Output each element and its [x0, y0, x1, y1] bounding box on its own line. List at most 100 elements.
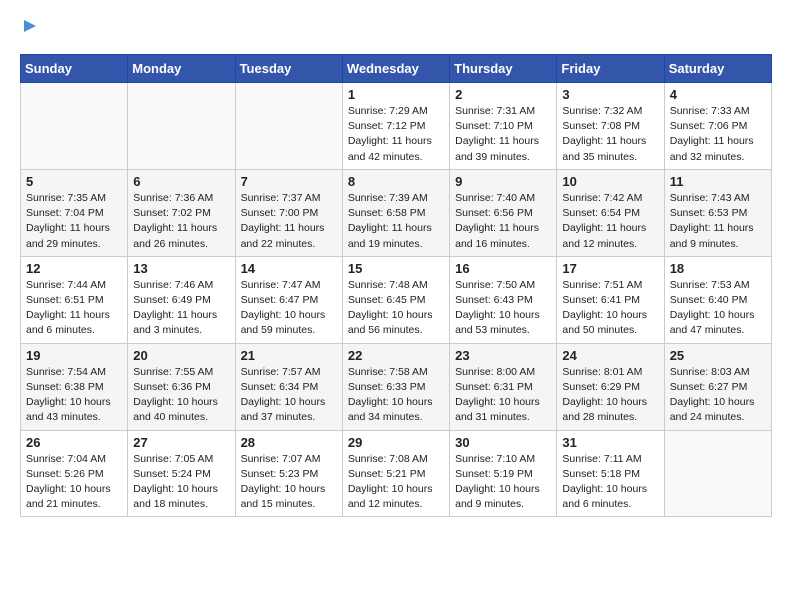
day-number: 15 [348, 261, 444, 276]
day-number: 20 [133, 348, 229, 363]
calendar-cell: 4 Sunrise: 7:33 AM Sunset: 7:06 PM Daylig… [664, 83, 771, 170]
day-info: Sunrise: 7:33 AM Sunset: 7:06 PM Dayligh… [670, 104, 766, 165]
day-info: Sunrise: 7:53 AM Sunset: 6:40 PM Dayligh… [670, 278, 766, 339]
calendar-table: SundayMondayTuesdayWednesdayThursdayFrid… [20, 54, 772, 517]
day-header-tuesday: Tuesday [235, 55, 342, 83]
calendar-cell: 9 Sunrise: 7:40 AM Sunset: 6:56 PM Daylig… [450, 169, 557, 256]
calendar-cell: 19Sunrise: 7:54 AM Sunset: 6:38 PM Dayli… [21, 343, 128, 430]
day-number: 17 [562, 261, 658, 276]
day-info: Sunrise: 7:37 AM Sunset: 7:00 PM Dayligh… [241, 191, 337, 252]
day-info: Sunrise: 7:07 AM Sunset: 5:23 PM Dayligh… [241, 452, 337, 513]
day-number: 5 [26, 174, 122, 189]
calendar-week-2: 5 Sunrise: 7:35 AM Sunset: 7:04 PM Daylig… [21, 169, 772, 256]
day-number: 8 [348, 174, 444, 189]
day-info: Sunrise: 7:08 AM Sunset: 5:21 PM Dayligh… [348, 452, 444, 513]
calendar-cell: 23 Sunrise: 8:00 AM Sunset: 6:31 PM Dayli… [450, 343, 557, 430]
calendar-cell: 25 Sunrise: 8:03 AM Sunset: 6:27 PM Dayli… [664, 343, 771, 430]
day-number: 2 [455, 87, 551, 102]
day-number: 21 [241, 348, 337, 363]
calendar-week-3: 12 Sunrise: 7:44 AM Sunset: 6:51 PM Dayli… [21, 256, 772, 343]
calendar-cell: 24 Sunrise: 8:01 AM Sunset: 6:29 PM Dayli… [557, 343, 664, 430]
calendar-cell: 17 Sunrise: 7:51 AM Sunset: 6:41 PM Dayli… [557, 256, 664, 343]
calendar-cell: 31 Sunrise: 7:11 AM Sunset: 5:18 PM Dayli… [557, 430, 664, 517]
calendar-cell: 11 Sunrise: 7:43 AM Sunset: 6:53 PM Dayli… [664, 169, 771, 256]
calendar-cell: 8Sunrise: 7:39 AM Sunset: 6:58 PM Daylig… [342, 169, 449, 256]
calendar-week-4: 19Sunrise: 7:54 AM Sunset: 6:38 PM Dayli… [21, 343, 772, 430]
calendar-cell: 28 Sunrise: 7:07 AM Sunset: 5:23 PM Dayli… [235, 430, 342, 517]
day-info: Sunrise: 7:55 AM Sunset: 6:36 PM Dayligh… [133, 365, 229, 426]
day-header-thursday: Thursday [450, 55, 557, 83]
calendar-cell: 16 Sunrise: 7:50 AM Sunset: 6:43 PM Dayli… [450, 256, 557, 343]
day-number: 11 [670, 174, 766, 189]
day-number: 10 [562, 174, 658, 189]
calendar-cell: 2 Sunrise: 7:31 AM Sunset: 7:10 PM Daylig… [450, 83, 557, 170]
calendar-cell: 15 Sunrise: 7:48 AM Sunset: 6:45 PM Dayli… [342, 256, 449, 343]
day-number: 18 [670, 261, 766, 276]
day-number: 25 [670, 348, 766, 363]
day-info: Sunrise: 7:44 AM Sunset: 6:51 PM Dayligh… [26, 278, 122, 339]
day-info: Sunrise: 7:46 AM Sunset: 6:49 PM Dayligh… [133, 278, 229, 339]
day-info: Sunrise: 7:31 AM Sunset: 7:10 PM Dayligh… [455, 104, 551, 165]
calendar-header-row: SundayMondayTuesdayWednesdayThursdayFrid… [21, 55, 772, 83]
page-header [20, 20, 772, 38]
day-number: 6 [133, 174, 229, 189]
day-number: 28 [241, 435, 337, 450]
day-number: 7 [241, 174, 337, 189]
day-header-friday: Friday [557, 55, 664, 83]
calendar-cell [21, 83, 128, 170]
day-info: Sunrise: 7:50 AM Sunset: 6:43 PM Dayligh… [455, 278, 551, 339]
day-number: 24 [562, 348, 658, 363]
day-number: 9 [455, 174, 551, 189]
day-info: Sunrise: 7:51 AM Sunset: 6:41 PM Dayligh… [562, 278, 658, 339]
calendar-cell: 12 Sunrise: 7:44 AM Sunset: 6:51 PM Dayli… [21, 256, 128, 343]
day-number: 29 [348, 435, 444, 450]
day-info: Sunrise: 7:10 AM Sunset: 5:19 PM Dayligh… [455, 452, 551, 513]
day-number: 30 [455, 435, 551, 450]
calendar-week-1: 1Sunrise: 7:29 AM Sunset: 7:12 PM Daylig… [21, 83, 772, 170]
calendar-cell: 22 Sunrise: 7:58 AM Sunset: 6:33 PM Dayli… [342, 343, 449, 430]
day-info: Sunrise: 7:04 AM Sunset: 5:26 PM Dayligh… [26, 452, 122, 513]
day-info: Sunrise: 7:42 AM Sunset: 6:54 PM Dayligh… [562, 191, 658, 252]
day-number: 4 [670, 87, 766, 102]
day-header-wednesday: Wednesday [342, 55, 449, 83]
calendar-cell: 18 Sunrise: 7:53 AM Sunset: 6:40 PM Dayli… [664, 256, 771, 343]
calendar-cell: 1Sunrise: 7:29 AM Sunset: 7:12 PM Daylig… [342, 83, 449, 170]
day-info: Sunrise: 7:40 AM Sunset: 6:56 PM Dayligh… [455, 191, 551, 252]
day-info: Sunrise: 7:11 AM Sunset: 5:18 PM Dayligh… [562, 452, 658, 513]
calendar-cell: 7 Sunrise: 7:37 AM Sunset: 7:00 PM Daylig… [235, 169, 342, 256]
day-header-sunday: Sunday [21, 55, 128, 83]
day-number: 16 [455, 261, 551, 276]
day-info: Sunrise: 7:48 AM Sunset: 6:45 PM Dayligh… [348, 278, 444, 339]
day-info: Sunrise: 7:29 AM Sunset: 7:12 PM Dayligh… [348, 104, 444, 165]
calendar-cell: 27Sunrise: 7:05 AM Sunset: 5:24 PM Dayli… [128, 430, 235, 517]
calendar-cell: 6 Sunrise: 7:36 AM Sunset: 7:02 PM Daylig… [128, 169, 235, 256]
day-info: Sunrise: 8:00 AM Sunset: 6:31 PM Dayligh… [455, 365, 551, 426]
day-number: 22 [348, 348, 444, 363]
calendar-cell [235, 83, 342, 170]
day-info: Sunrise: 7:36 AM Sunset: 7:02 PM Dayligh… [133, 191, 229, 252]
calendar-cell [664, 430, 771, 517]
day-number: 14 [241, 261, 337, 276]
calendar-cell: 3Sunrise: 7:32 AM Sunset: 7:08 PM Daylig… [557, 83, 664, 170]
day-number: 12 [26, 261, 122, 276]
day-info: Sunrise: 8:01 AM Sunset: 6:29 PM Dayligh… [562, 365, 658, 426]
calendar-cell [128, 83, 235, 170]
day-header-monday: Monday [128, 55, 235, 83]
calendar-cell: 20 Sunrise: 7:55 AM Sunset: 6:36 PM Dayli… [128, 343, 235, 430]
day-number: 23 [455, 348, 551, 363]
day-info: Sunrise: 7:35 AM Sunset: 7:04 PM Dayligh… [26, 191, 122, 252]
day-header-saturday: Saturday [664, 55, 771, 83]
day-number: 31 [562, 435, 658, 450]
day-info: Sunrise: 8:03 AM Sunset: 6:27 PM Dayligh… [670, 365, 766, 426]
day-number: 13 [133, 261, 229, 276]
calendar-cell: 10 Sunrise: 7:42 AM Sunset: 6:54 PM Dayli… [557, 169, 664, 256]
day-info: Sunrise: 7:58 AM Sunset: 6:33 PM Dayligh… [348, 365, 444, 426]
day-number: 19 [26, 348, 122, 363]
logo [20, 20, 36, 38]
day-number: 3 [562, 87, 658, 102]
day-info: Sunrise: 7:05 AM Sunset: 5:24 PM Dayligh… [133, 452, 229, 513]
calendar-cell: 29 Sunrise: 7:08 AM Sunset: 5:21 PM Dayli… [342, 430, 449, 517]
day-info: Sunrise: 7:43 AM Sunset: 6:53 PM Dayligh… [670, 191, 766, 252]
calendar-week-5: 26Sunrise: 7:04 AM Sunset: 5:26 PM Dayli… [21, 430, 772, 517]
calendar-cell: 30 Sunrise: 7:10 AM Sunset: 5:19 PM Dayli… [450, 430, 557, 517]
